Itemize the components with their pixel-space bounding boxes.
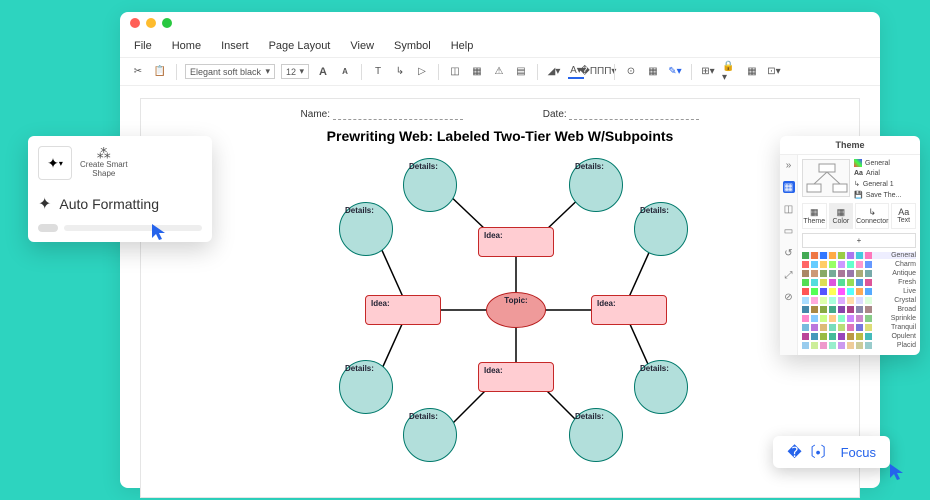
warning-icon[interactable]: ⚠ (491, 64, 507, 80)
font-select[interactable]: Elegant soft black▾ (185, 64, 275, 79)
paste-icon[interactable]: 📋 (152, 64, 168, 80)
details-node[interactable]: Details: (403, 158, 457, 212)
theme-panel: Theme » ▦ ◫ ▭ ↺ ⤢ ⊘ General AaArial ↳Gen… (780, 136, 920, 355)
expand-icon[interactable]: ⤢ (783, 269, 795, 281)
link-icon[interactable]: ⊘ (783, 291, 795, 303)
theme-opt-font[interactable]: AaArial (854, 170, 916, 177)
theme-opt-gen1[interactable]: ↳General 1 (854, 180, 916, 188)
search-icon[interactable]: ⊙ (623, 64, 639, 80)
fill-icon[interactable]: ◢▾ (546, 64, 562, 80)
palette-row[interactable]: Opulent (802, 333, 916, 340)
palette-row[interactable]: Crystal (802, 297, 916, 304)
titlebar (120, 12, 880, 34)
smart-shape-icon: ⁂ (97, 146, 111, 160)
palette-row[interactable]: Tranquil (802, 324, 916, 331)
canvas[interactable]: Name: Date: Prewriting Web: Labeled Two-… (140, 98, 860, 498)
page-icon[interactable]: ▭ (783, 225, 795, 237)
close-dot[interactable] (130, 18, 140, 28)
minimize-dot[interactable] (146, 18, 156, 28)
add-palette-button[interactable]: + (802, 233, 916, 248)
menu-view[interactable]: View (350, 40, 374, 52)
font-size-down-icon[interactable]: A (337, 64, 353, 80)
sparkle-icon[interactable]: ✦▾ (38, 146, 72, 180)
palette-list: General Charm Antique Fresh Live Crystal Broad… (802, 252, 916, 349)
lock-icon[interactable]: 🔒▾ (722, 64, 738, 80)
details-node[interactable]: Details: (339, 360, 393, 414)
details-node[interactable]: Details: (634, 360, 688, 414)
palette-row[interactable]: Fresh (802, 279, 916, 286)
details-node[interactable]: Details: (569, 158, 623, 212)
date-label: Date: (543, 109, 567, 120)
theme-panel-title: Theme (780, 136, 920, 155)
name-label: Name: (301, 109, 330, 120)
layers-icon[interactable]: ◫ (783, 203, 795, 215)
details-node[interactable]: Details: (569, 408, 623, 462)
auto-format-popup: ✦▾ ⁂ Create SmartShape ✦ Auto Formatting (28, 136, 212, 242)
chart-icon[interactable]: ▤ (513, 64, 529, 80)
font-size-up-icon[interactable]: A (315, 64, 331, 80)
size-select[interactable]: 12▾ (281, 64, 309, 79)
menubar: File Home Insert Page Layout View Symbol… (120, 34, 880, 58)
menu-file[interactable]: File (134, 40, 152, 52)
tab-color[interactable]: ▦Color (829, 203, 854, 229)
collapse-icon[interactable]: » (783, 159, 795, 171)
palette-row[interactable]: Antique (802, 270, 916, 277)
tab-text[interactable]: AaText (891, 203, 916, 229)
table-icon[interactable]: ▦ (744, 64, 760, 80)
group-icon[interactable]: ⊞▾ (700, 64, 716, 80)
menu-symbol[interactable]: Symbol (394, 40, 431, 52)
create-smart-shape-button[interactable]: ⁂ Create SmartShape (80, 146, 128, 180)
app-window: File Home Insert Page Layout View Symbol… (120, 12, 880, 488)
diagram: Topic: Idea: Idea: Idea: Idea: Details: … (141, 152, 859, 492)
focus-button[interactable]: �〔•〕 Focus (773, 436, 890, 468)
side-strip: » ▦ ◫ ▭ ↺ ⤢ ⊘ (780, 155, 798, 355)
zoom-dot[interactable] (162, 18, 172, 28)
idea-node-right[interactable]: Idea: (591, 295, 667, 325)
focus-icon: �〔•〕 (787, 442, 834, 462)
auto-format-slider[interactable] (38, 224, 202, 232)
cursor-icon (888, 462, 908, 482)
menu-home[interactable]: Home (172, 40, 201, 52)
history-icon[interactable]: ↺ (783, 247, 795, 259)
details-node[interactable]: Details: (339, 202, 393, 256)
image-icon[interactable]: ▦ (469, 64, 485, 80)
sparkle-icon: ✦ (38, 194, 51, 214)
details-node[interactable]: Details: (403, 408, 457, 462)
menu-insert[interactable]: Insert (221, 40, 249, 52)
cut-icon[interactable]: ✂ (130, 64, 146, 80)
palette-row[interactable]: Broad (802, 306, 916, 313)
toolbar: ✂ 📋 Elegant soft black▾ 12▾ A A T ↳ ▷ ◫ … (120, 58, 880, 86)
palette-row[interactable]: Live (802, 288, 916, 295)
idea-node-top[interactable]: Idea: (478, 227, 554, 257)
details-node[interactable]: Details: (634, 202, 688, 256)
worksheet-header: Name: Date: (141, 99, 859, 124)
auto-formatting-button[interactable]: ✦ Auto Formatting (38, 194, 202, 214)
theme-opt-save[interactable]: 💾Save The... (854, 191, 916, 199)
connector-icon[interactable]: ↳ (392, 64, 408, 80)
topic-node[interactable]: Topic: (486, 292, 546, 328)
theme-preview[interactable] (802, 159, 850, 197)
pen-icon[interactable]: ✎▾ (667, 64, 683, 80)
menu-pagelayout[interactable]: Page Layout (269, 40, 331, 52)
palette-row[interactable]: Placid (802, 342, 916, 349)
layers-icon[interactable]: ◫ (447, 64, 463, 80)
menu-help[interactable]: Help (451, 40, 474, 52)
crop-icon[interactable]: �ППП▾ (590, 64, 606, 80)
more-icon[interactable]: ⊡▾ (766, 64, 782, 80)
pointer-icon[interactable]: ▷ (414, 64, 430, 80)
tab-theme[interactable]: ▦Theme (802, 203, 827, 229)
tab-connector[interactable]: ↳Connector (855, 203, 889, 229)
worksheet-title: Prewriting Web: Labeled Two-Tier Web W/S… (141, 124, 859, 152)
idea-node-bottom[interactable]: Idea: (478, 362, 554, 392)
palette-row[interactable]: General (802, 252, 916, 259)
theme-opt-general[interactable]: General (854, 159, 916, 167)
grid-icon[interactable]: ▦ (645, 64, 661, 80)
palette-row[interactable]: Charm (802, 261, 916, 268)
theme-icon[interactable]: ▦ (783, 181, 795, 193)
cursor-icon (150, 222, 170, 242)
palette-row[interactable]: Sprinkle (802, 315, 916, 322)
text-icon[interactable]: T (370, 64, 386, 80)
idea-node-left[interactable]: Idea: (365, 295, 441, 325)
